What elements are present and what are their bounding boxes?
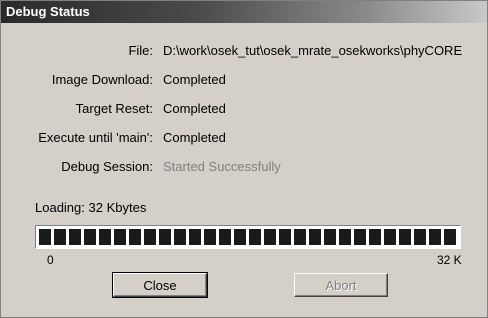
debug-status-dialog: Debug Status File: D:\work\osek_tut\osek… — [0, 0, 488, 318]
abort-button: Abort — [294, 273, 388, 297]
loading-progress-bar — [35, 225, 461, 249]
title-bar[interactable]: Debug Status — [1, 1, 487, 23]
loading-label: Loading: — [35, 200, 85, 215]
progress-track — [37, 227, 459, 247]
field-row-target-reset: Target Reset: Completed — [1, 101, 487, 117]
image-download-value: Completed — [163, 72, 226, 87]
execute-until-main-label: Execute until 'main': — [38, 130, 153, 145]
target-reset-value: Completed — [163, 101, 226, 116]
field-row-file: File: D:\work\osek_tut\osek_mrate_osekwo… — [1, 43, 487, 59]
field-row-execute-until-main: Execute until 'main': Completed — [1, 130, 487, 146]
loading-status: Loading: 32 Kbytes — [35, 200, 146, 216]
window-title: Debug Status — [6, 4, 90, 19]
field-row-image-download: Image Download: Completed — [1, 72, 487, 88]
execute-until-main-value: Completed — [163, 130, 226, 145]
file-value: D:\work\osek_tut\osek_mrate_osekworks\ph… — [163, 43, 463, 58]
loading-amount: 32 Kbytes — [88, 200, 147, 215]
progress-scale-max: 32 K — [437, 253, 462, 267]
progress-fill — [39, 229, 457, 245]
file-label: File: — [128, 43, 153, 58]
target-reset-label: Target Reset: — [75, 101, 153, 116]
debug-session-label: Debug Session: — [61, 159, 153, 174]
progress-scale-min: 0 — [47, 253, 54, 267]
field-row-debug-session: Debug Session: Started Successfully — [1, 159, 487, 175]
image-download-label: Image Download: — [51, 72, 153, 87]
close-button[interactable]: Close — [112, 272, 208, 298]
debug-session-value: Started Successfully — [163, 159, 281, 174]
